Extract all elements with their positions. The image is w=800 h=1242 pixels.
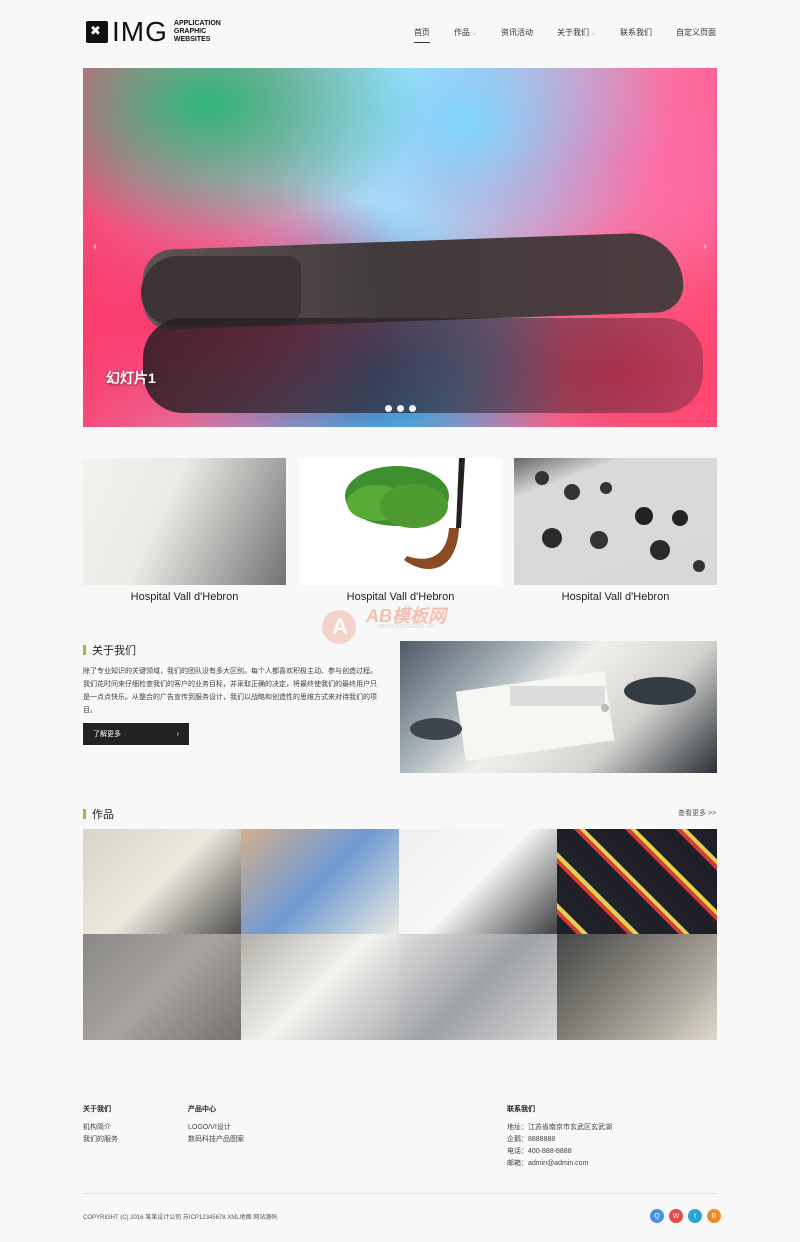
view-more-link[interactable]: 查看更多 >> bbox=[678, 808, 716, 818]
slider-next-icon[interactable]: › bbox=[697, 238, 713, 254]
main-nav: 首页 作品 ⌄ 资讯活动 关于我们 ⌄ 联系我们 自定义页面 bbox=[413, 27, 716, 43]
work-tile[interactable] bbox=[399, 829, 557, 934]
work-tile[interactable] bbox=[241, 934, 399, 1040]
featured-title: Hospital Vall d'Hebron bbox=[130, 591, 239, 603]
contact-address: 地址：江苏省南京市玄武区玄武湖 bbox=[507, 1124, 612, 1131]
featured-card[interactable]: Hospital Vall d'Hebron bbox=[299, 458, 502, 609]
watermark-url: www.Abmobao.cn bbox=[378, 623, 435, 630]
prints-illustration bbox=[535, 471, 705, 572]
footer-link[interactable]: 数码科技产品图案 bbox=[188, 1134, 244, 1146]
slider-dot[interactable] bbox=[409, 405, 416, 412]
work-tile[interactable] bbox=[557, 829, 717, 934]
crocodile-head bbox=[141, 256, 301, 326]
about-description: 除了专业知识的关键领域，我们的团队没有多大区别。每个人都喜欢积极主动、参与创造过… bbox=[83, 668, 377, 714]
featured-card[interactable]: Hospital Vall d'Hebron bbox=[514, 458, 717, 609]
logo-subtitle: APPLICATION GRAPHIC WEBSITES bbox=[173, 20, 221, 43]
work-tile[interactable] bbox=[557, 934, 717, 1040]
crocodile-reflection bbox=[143, 318, 703, 413]
pipe-plant-illustration bbox=[345, 458, 465, 570]
nav-home[interactable]: 首页 bbox=[413, 27, 430, 43]
nav-custom-page[interactable]: 自定义页面 bbox=[676, 27, 716, 43]
slider-pagination bbox=[385, 405, 416, 412]
slider-prev-icon[interactable]: ‹ bbox=[87, 238, 103, 254]
logo-text: IMG bbox=[112, 16, 168, 47]
nav-news[interactable]: 资讯活动 bbox=[501, 27, 533, 43]
chevron-down-icon: ⌄ bbox=[471, 31, 477, 37]
about-heading: 关于我们 bbox=[83, 642, 136, 658]
footer-about-column: 关于我们 机构简介 我们的服务 bbox=[83, 1104, 118, 1146]
featured-image-prints bbox=[514, 458, 717, 585]
watermark-letter: A bbox=[332, 614, 348, 639]
footer-heading: 关于我们 bbox=[83, 1106, 111, 1113]
work-tile[interactable] bbox=[399, 934, 557, 1040]
arrow-right-icon: › bbox=[176, 730, 179, 738]
featured-image-book bbox=[83, 458, 286, 585]
footer-heading: 产品中心 bbox=[188, 1106, 216, 1113]
work-tile[interactable] bbox=[241, 829, 399, 934]
works-heading: 作品 bbox=[83, 806, 114, 822]
contact-email: 邮箱：admin@admin.com bbox=[507, 1160, 589, 1167]
slide-caption: 幻灯片1 bbox=[106, 370, 156, 386]
learn-more-button[interactable]: 了解更多 › bbox=[83, 723, 189, 745]
rss-icon[interactable]: R bbox=[707, 1209, 721, 1223]
weibo-icon[interactable]: W bbox=[669, 1209, 683, 1223]
featured-title: Hospital Vall d'Hebron bbox=[561, 591, 670, 603]
twitter-icon[interactable]: t bbox=[688, 1209, 702, 1223]
slider-dot[interactable] bbox=[397, 405, 404, 412]
footer-link[interactable]: LOGO/VI设计 bbox=[188, 1122, 244, 1134]
about-image bbox=[400, 641, 717, 773]
footer-products-column: 产品中心 LOGO/VI设计 数码科技产品图案 bbox=[188, 1104, 244, 1146]
slider-dot[interactable] bbox=[385, 405, 392, 412]
meeting-photo bbox=[410, 670, 696, 762]
page: IMG APPLICATION GRAPHIC WEBSITES 首页 作品⌄ … bbox=[0, 0, 800, 1242]
hero-slider[interactable]: ‹ › 幻灯片1 bbox=[83, 68, 717, 427]
works-grid bbox=[83, 829, 717, 1040]
social-icons: Q W t R bbox=[650, 1209, 721, 1223]
ab-watermark: A AB模板网 www.Abmobao.cn bbox=[322, 592, 480, 646]
copyright-text: COPYRIGHT (C) 2016 某某设计公司 苏ICP12345678 X… bbox=[83, 1215, 278, 1221]
site-header: IMG APPLICATION GRAPHIC WEBSITES 首页 作品⌄ … bbox=[0, 0, 800, 62]
contact-phone: 电话：400-888-8888 bbox=[507, 1148, 572, 1155]
featured-image-pipe bbox=[299, 458, 502, 585]
qq-icon[interactable]: Q bbox=[650, 1209, 664, 1223]
nav-contact[interactable]: 联系我们 bbox=[620, 27, 652, 43]
logo-book-icon bbox=[86, 21, 108, 43]
site-logo[interactable]: IMG APPLICATION GRAPHIC WEBSITES bbox=[86, 18, 221, 46]
footer-link[interactable]: 我们的服务 bbox=[83, 1134, 118, 1146]
contact-qq: 企鹅：8888888 bbox=[507, 1136, 556, 1143]
footer-divider bbox=[83, 1193, 717, 1194]
footer-link[interactable]: 机构简介 bbox=[83, 1122, 118, 1134]
chevron-down-icon: ⌄ bbox=[590, 31, 596, 37]
work-tile[interactable] bbox=[83, 829, 241, 934]
nav-works[interactable]: 作品 ⌄ bbox=[454, 27, 477, 43]
featured-projects: Hospital Vall d'Hebron Hospital Vall d'H… bbox=[83, 458, 717, 608]
work-tile[interactable] bbox=[83, 934, 241, 1040]
footer-contact-column: 联系我们 地址：江苏省南京市玄武区玄武湖 企鹅：8888888 电话：400-8… bbox=[507, 1104, 612, 1170]
featured-card[interactable]: Hospital Vall d'Hebron bbox=[83, 458, 286, 609]
footer-heading: 联系我们 bbox=[507, 1106, 535, 1113]
nav-about[interactable]: 关于我们 ⌄ bbox=[557, 27, 596, 43]
